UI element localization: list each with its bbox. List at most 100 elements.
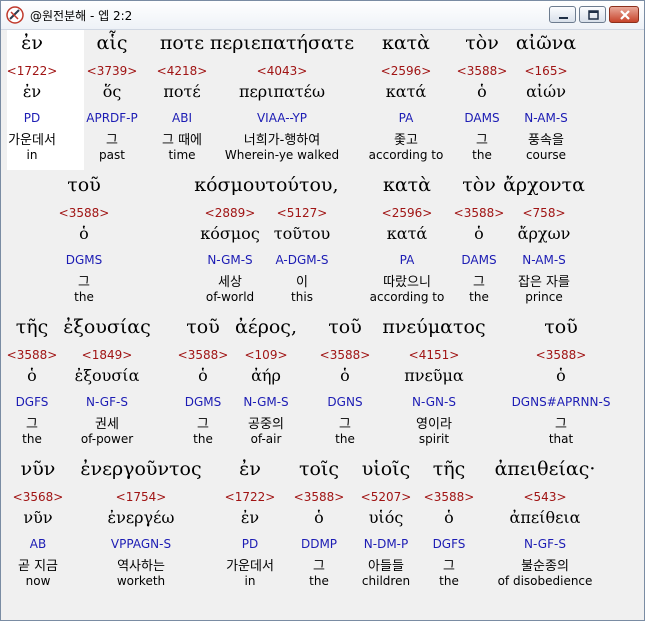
word-eng: that: [548, 432, 574, 446]
word-lemma: ἄρχων: [517, 224, 571, 243]
word-kor: 그: [443, 559, 455, 574]
word-parse: VPPAGN-S: [110, 537, 172, 551]
word-greek[interactable]: τούτου,: [265, 174, 338, 196]
word-lemma: ἐν: [240, 508, 260, 527]
word-lemma: πνεῦμα: [404, 366, 464, 385]
word-greek[interactable]: κατὰ: [382, 32, 430, 54]
word-lemma: ὁ: [340, 366, 350, 385]
word-num: <3588>: [177, 348, 229, 362]
word-greek[interactable]: πνεύματος: [382, 316, 485, 338]
word-eng: prince: [525, 290, 563, 304]
word-num: <109>: [244, 348, 288, 362]
word-parse: DGNS: [327, 395, 363, 409]
word-greek[interactable]: τῆς: [16, 316, 49, 338]
word-greek[interactable]: ἄρχοντα: [503, 174, 585, 196]
word-parse: DGNS#APRNN-S: [511, 395, 611, 409]
word-num: <3588>: [423, 490, 475, 504]
word-greek[interactable]: κατὰ: [383, 174, 431, 196]
word-greek[interactable]: τοῖς: [299, 458, 339, 480]
word-lemma: υἱός: [368, 508, 404, 527]
word-parse: DAMS: [464, 111, 500, 125]
word-eng: past: [99, 148, 125, 162]
word-parse: N-GM-S: [243, 395, 289, 409]
word-parse: ABI: [172, 111, 192, 125]
word-num: <1722>: [224, 490, 276, 504]
word-greek[interactable]: τοῦ: [328, 316, 362, 338]
word-num: <3588>: [453, 206, 505, 220]
word-lemma: ὅς: [102, 82, 122, 101]
word-parse: A-DGM-S: [275, 253, 329, 267]
close-button[interactable]: [609, 6, 639, 23]
word-greek[interactable]: ἐν: [21, 32, 43, 54]
word-lemma: ὁ: [477, 82, 487, 101]
minimize-icon: [559, 17, 568, 19]
window-title: @원전분해 - 엡 2:2: [30, 9, 133, 23]
word-lemma: ὁ: [314, 508, 324, 527]
minimize-button[interactable]: [549, 6, 576, 23]
word-kor: 영이라: [416, 417, 452, 432]
word-eng: the: [193, 432, 213, 446]
word-eng: of-air: [250, 432, 282, 446]
word-eng: according to: [369, 290, 445, 304]
word-num: <3568>: [12, 490, 64, 504]
word-eng: the: [74, 290, 94, 304]
word-lemma: ποτέ: [163, 82, 201, 101]
word-greek[interactable]: αἰῶνα: [516, 32, 576, 54]
word-kor: 좇고: [394, 133, 418, 148]
word-greek[interactable]: περιεπατήσατε: [210, 32, 354, 54]
word-greek[interactable]: τὸν: [462, 174, 496, 196]
word-eng: of-world: [205, 290, 255, 304]
word-num: <2889>: [204, 206, 256, 220]
word-num: <2596>: [380, 64, 432, 78]
word-lemma: αἰών: [526, 82, 566, 101]
word-kor: 그: [197, 417, 209, 432]
word-num: <4151>: [408, 348, 460, 362]
word-greek[interactable]: αἷς: [97, 32, 128, 54]
word-num: <3588>: [293, 490, 345, 504]
word-greek[interactable]: τὸν: [465, 32, 499, 54]
word-greek[interactable]: ἐν: [239, 458, 261, 480]
word-kor: 불순종의: [521, 559, 569, 574]
word-lemma: κατά: [385, 82, 427, 101]
title-bar[interactable]: @원전분해 - 엡 2:2: [1, 1, 644, 30]
word-greek[interactable]: ἀπειθείας·: [495, 458, 596, 480]
word-kor: 잡은 자를: [518, 275, 570, 290]
word-parse: DGFS: [15, 395, 49, 409]
app-logo-icon[interactable]: [6, 6, 24, 24]
word-greek[interactable]: υἱοῖς: [362, 458, 411, 480]
word-parse: AB: [29, 537, 47, 551]
word-greek[interactable]: ποτε: [160, 32, 204, 54]
word-kor: 그 때에: [161, 133, 203, 148]
word-parse: DDMP: [300, 537, 338, 551]
word-num: <165>: [524, 64, 568, 78]
word-parse: N-GF-S: [86, 395, 128, 409]
word-greek[interactable]: τοῦ: [186, 316, 220, 338]
word-kor: 풍속을: [528, 133, 564, 148]
word-eng: this: [291, 290, 313, 304]
word-kor: 따랐으니: [383, 275, 431, 290]
word-greek[interactable]: τοῦ: [67, 174, 101, 196]
word-greek[interactable]: κόσμου: [194, 174, 266, 196]
word-greek[interactable]: ἐξουσίας: [63, 316, 151, 338]
word-eng: the: [22, 432, 42, 446]
word-parse: N-AM-S: [524, 111, 568, 125]
word-greek[interactable]: νῦν: [21, 458, 56, 480]
word-kor: 그: [473, 275, 485, 290]
word-parse: N-GN-S: [412, 395, 456, 409]
word-num: <5127>: [276, 206, 328, 220]
word-num: <3588>: [535, 348, 587, 362]
word-kor: 너희가-행하여: [243, 133, 321, 148]
interlinear-panel: ἐν <1722> ἐν PD 가운데서 in αἷς <3739> ὅς APRDF-P 그 pas…: [7, 30, 638, 616]
word-eng: worketh: [116, 574, 166, 588]
maximize-button[interactable]: [579, 6, 606, 23]
word-eng: of-power: [80, 432, 134, 446]
word-num: <1754>: [115, 490, 167, 504]
word-kor: 그: [106, 133, 118, 148]
word-kor: 가운데서: [8, 133, 56, 148]
word-greek[interactable]: ἐνεργοῦντος: [80, 458, 201, 480]
word-parse: N-GF-S: [524, 537, 566, 551]
word-lemma: ὁ: [556, 366, 566, 385]
word-greek[interactable]: τοῦ: [544, 316, 578, 338]
word-greek[interactable]: τῆς: [433, 458, 466, 480]
word-greek[interactable]: ἀέρος,: [235, 316, 297, 338]
